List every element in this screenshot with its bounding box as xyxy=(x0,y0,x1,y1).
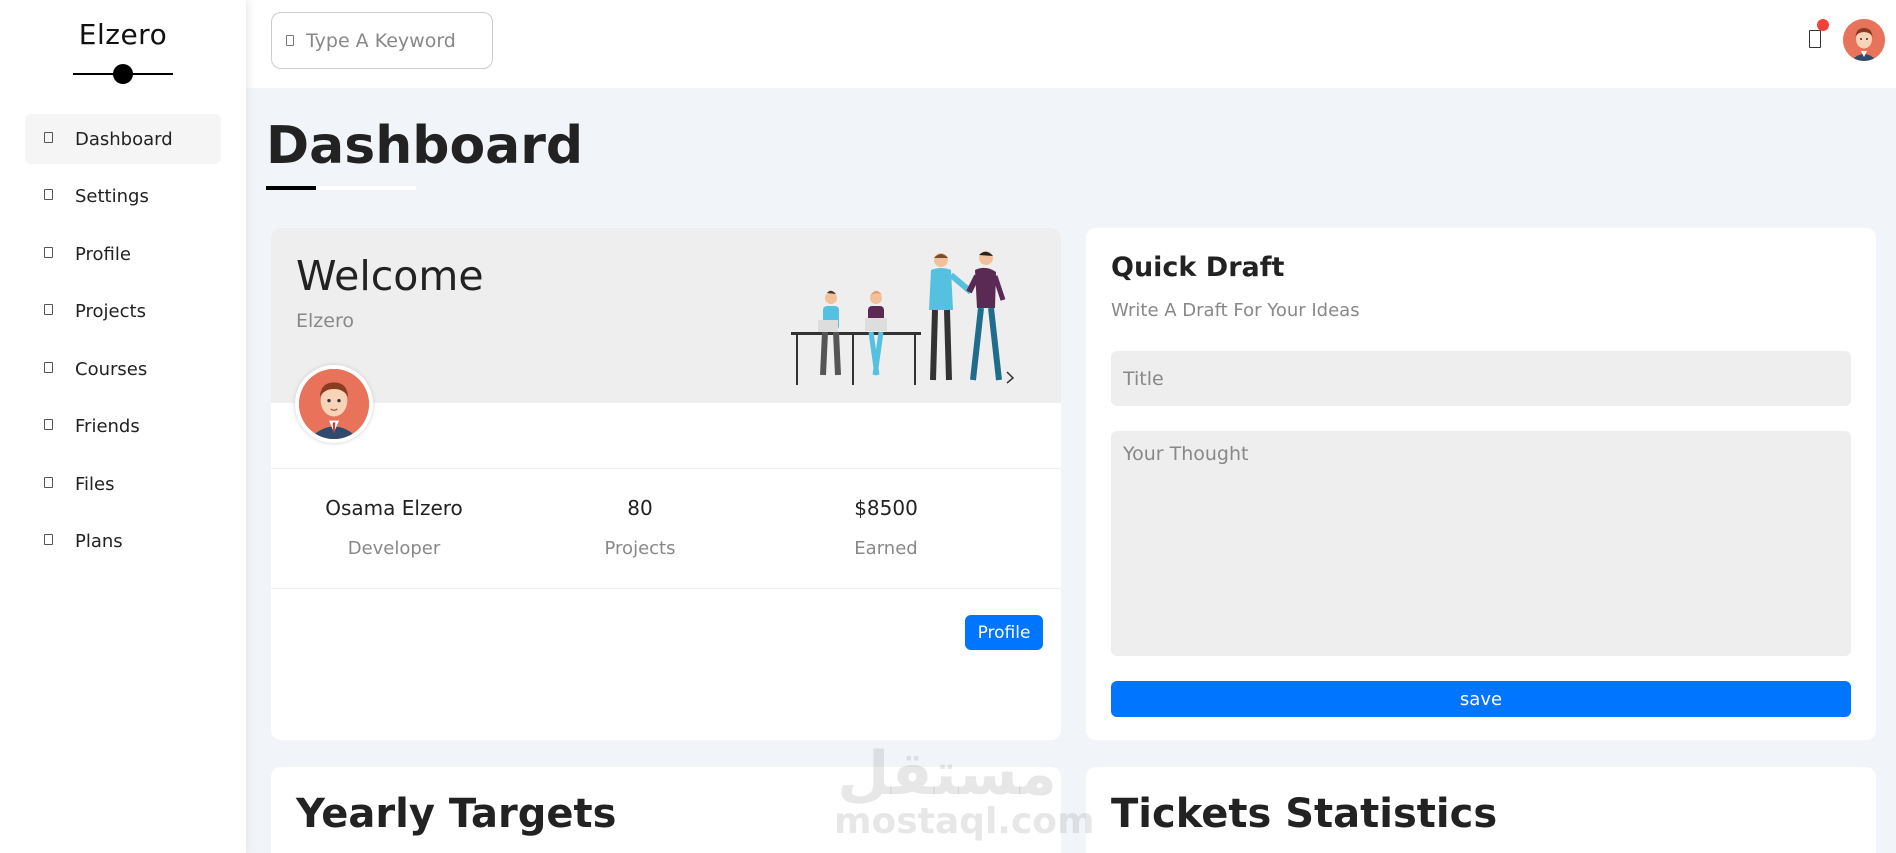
divider xyxy=(271,468,1061,469)
sidebar: Elzero Dashboard Settings Profile Projec… xyxy=(0,0,246,853)
sidebar-item-label: Plans xyxy=(75,531,123,552)
tickets-statistics-title: Tickets Statistics xyxy=(1111,791,1498,837)
avatar-face-icon xyxy=(299,369,369,439)
welcome-subtitle: Elzero xyxy=(296,310,354,332)
sidebar-item-label: Settings xyxy=(75,186,149,207)
brand-underline xyxy=(73,64,173,84)
files-icon xyxy=(44,476,53,488)
sidebar-item-dashboard[interactable]: Dashboard xyxy=(25,114,221,164)
tickets-statistics-card: Tickets Statistics xyxy=(1086,767,1876,853)
team-illustration-icon xyxy=(791,251,1015,385)
bell-icon[interactable] xyxy=(1809,30,1821,48)
search-input[interactable] xyxy=(306,29,476,52)
quick-draft-title: Quick Draft xyxy=(1111,252,1285,283)
yearly-targets-title: Yearly Targets xyxy=(296,791,617,837)
profile-avatar xyxy=(295,365,373,443)
draft-thought-textarea[interactable] xyxy=(1111,431,1851,656)
sidebar-item-files[interactable]: Files xyxy=(25,459,221,509)
quick-draft-subtitle: Write A Draft For Your Ideas xyxy=(1111,300,1360,321)
top-header xyxy=(246,0,1896,88)
stat-label: Developer xyxy=(347,538,441,559)
sidebar-item-label: Courses xyxy=(75,358,148,380)
sidebar-item-settings[interactable]: Settings xyxy=(25,172,221,222)
profile-button[interactable]: Profile xyxy=(965,615,1043,650)
sidebar-item-friends[interactable]: Friends xyxy=(25,402,221,452)
search-box[interactable] xyxy=(271,12,493,69)
divider xyxy=(271,588,1061,589)
profile-icon xyxy=(44,246,53,258)
welcome-title: Welcome xyxy=(296,252,484,300)
sidebar-nav: Dashboard Settings Profile Projects Cour… xyxy=(25,114,221,574)
stat-label: Projects xyxy=(604,538,676,559)
notification-badge xyxy=(1817,19,1829,31)
sidebar-item-label: Friends xyxy=(75,416,140,437)
welcome-banner: Welcome Elzero xyxy=(271,228,1061,403)
settings-icon xyxy=(44,189,53,200)
projects-icon xyxy=(44,304,53,315)
sidebar-item-profile[interactable]: Profile xyxy=(25,229,221,279)
stat-value: 80 xyxy=(627,496,653,520)
welcome-card: Welcome Elzero Osama Elzero Developer 80… xyxy=(271,228,1061,740)
sidebar-item-plans[interactable]: Plans xyxy=(25,517,221,567)
search-icon xyxy=(286,35,294,46)
stat-value: $8500 xyxy=(854,496,918,520)
title-underline xyxy=(266,186,316,190)
sidebar-item-label: Files xyxy=(75,473,115,495)
stat-value: Osama Elzero xyxy=(325,496,463,520)
yearly-targets-card: Yearly Targets xyxy=(271,767,1061,853)
sidebar-item-courses[interactable]: Courses xyxy=(25,344,221,394)
save-button[interactable]: save xyxy=(1111,681,1851,717)
sidebar-item-label: Profile xyxy=(75,243,131,265)
plans-icon xyxy=(44,534,53,545)
draft-title-input[interactable] xyxy=(1111,351,1851,406)
stat-label: Earned xyxy=(854,538,918,559)
courses-icon xyxy=(44,361,53,373)
stat-projects: 80 Projects xyxy=(517,496,763,559)
friends-icon xyxy=(44,419,53,430)
dashboard-icon xyxy=(44,131,53,143)
sidebar-item-label: Projects xyxy=(75,301,146,322)
stat-developer: Osama Elzero Developer xyxy=(271,496,517,559)
user-avatar[interactable] xyxy=(1843,19,1885,61)
title-underline-light xyxy=(316,186,416,190)
page-title: Dashboard xyxy=(266,116,584,176)
sidebar-item-label: Dashboard xyxy=(75,128,173,150)
quick-draft-card: Quick Draft Write A Draft For Your Ideas… xyxy=(1086,228,1876,740)
brand-logo-text: Elzero xyxy=(78,18,168,51)
stat-earned: $8500 Earned xyxy=(763,496,1009,559)
sidebar-item-projects[interactable]: Projects xyxy=(25,287,221,337)
avatar-face-icon xyxy=(1843,19,1885,61)
